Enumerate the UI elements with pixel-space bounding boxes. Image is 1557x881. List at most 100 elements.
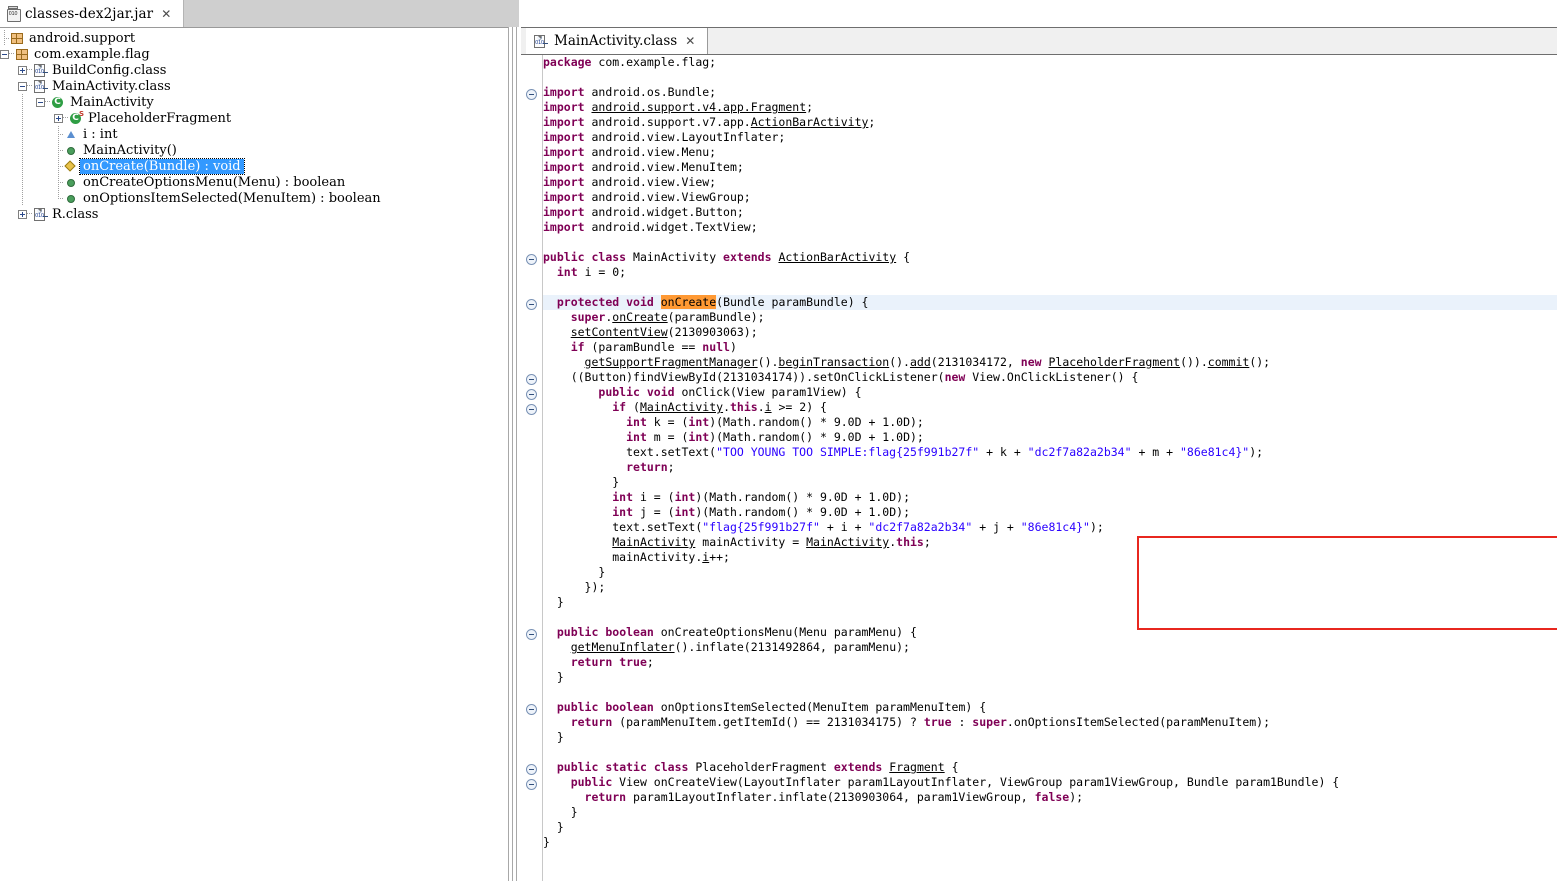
code-line: int i = 0; (556, 265, 627, 279)
editor-panel: 010 MainActivity.class ✕ package com.exa… (521, 0, 1557, 881)
code-line: public void onClick(View param1View) { (598, 385, 862, 399)
package-tree[interactable]: android.support com.example.flag 010 BuildC… (0, 28, 518, 222)
fold-toggle-icon[interactable] (526, 404, 537, 415)
code-line: import android.os.Bundle; (543, 85, 717, 99)
code-line: mainActivity.i++; (543, 550, 730, 564)
fold-toggle-icon[interactable] (526, 629, 537, 640)
tree-item-mainactivity-class[interactable]: 010 MainActivity.class (0, 78, 518, 94)
tree-connector (54, 142, 63, 158)
code-line: public static class PlaceholderFragment … (556, 760, 959, 774)
code-line: import android.view.Menu; (543, 145, 717, 159)
tree-item-label: BuildConfig.class (52, 62, 167, 78)
tree-item-label: i : int (83, 126, 118, 142)
tree-collapse-icon[interactable] (18, 81, 27, 91)
code-line: return; (626, 460, 675, 474)
editor-body: package com.example.flag; import android… (521, 55, 1557, 881)
tree-item-onoptionsitemselected-menuitem-boolean[interactable]: onOptionsItemSelected(MenuItem) : boolea… (0, 190, 518, 206)
tree-item-label: com.example.flag (34, 46, 150, 62)
code-line: int k = (int)(Math.random() * 9.0D + 1.0… (626, 415, 924, 429)
tree-item-oncreateoptionsmenu-menu-boolean[interactable]: onCreateOptionsMenu(Menu) : boolean (0, 174, 518, 190)
tree-item-r-class[interactable]: 010 R.class (0, 206, 518, 222)
code-line: text.setText("TOO YOUNG TOO SIMPLE:flag{… (543, 445, 1264, 459)
fold-toggle-icon[interactable] (526, 374, 537, 385)
code-line: int j = (int)(Math.random() * 9.0D + 1.0… (612, 505, 910, 519)
tree-item-label: MainActivity (70, 94, 154, 110)
class-file-icon: 010 (32, 63, 48, 78)
tree-indent (18, 110, 36, 126)
close-icon[interactable]: ✕ (161, 8, 171, 20)
code-line: } (543, 670, 564, 684)
editor-gutter[interactable] (521, 55, 543, 881)
editor-tab-title: MainActivity.class (554, 33, 678, 49)
code-line: ((Button)findViewById(2131034174)).setOn… (543, 370, 1139, 384)
tree-collapse-icon[interactable] (36, 97, 45, 107)
tree-indent (18, 142, 36, 158)
tree-item-label: MainActivity.class (52, 78, 171, 94)
tree-indent (18, 190, 36, 206)
tree-item-oncreate-bundle-void[interactable]: onCreate(Bundle) : void (0, 157, 518, 175)
tree-item-label: PlaceholderFragment (88, 110, 232, 126)
tree-item-mainactivity[interactable]: C MainActivity (0, 94, 518, 110)
class-file-icon: 010 (532, 34, 548, 49)
tree-indent (18, 174, 36, 190)
code-line: getSupportFragmentManager().beginTransac… (584, 355, 1271, 369)
tab-classes-dex2jar-jar[interactable]: 010 classes-dex2jar.jar ✕ (0, 0, 184, 27)
protected-method-icon (63, 159, 79, 174)
jar-tab-title: classes-dex2jar.jar (25, 5, 154, 22)
tree-connector (54, 158, 63, 174)
code-line: return param1LayoutInflater.inflate(2130… (584, 790, 1084, 804)
code-line: public boolean onCreateOptionsMenu(Menu … (556, 625, 917, 639)
tree-item-com-example-flag[interactable]: com.example.flag (0, 46, 518, 62)
jar-icon: 010 (6, 6, 21, 22)
fold-toggle-icon[interactable] (526, 764, 537, 775)
tree-item-label: onOptionsItemSelected(MenuItem) : boolea… (83, 190, 381, 206)
package-tree-panel[interactable]: android.support com.example.flag 010 BuildC… (0, 27, 519, 881)
close-icon[interactable]: ✕ (685, 35, 695, 47)
code-line: super.onCreate(paramBundle); (570, 310, 765, 324)
tree-item-label: onCreate(Bundle) : void (79, 157, 245, 175)
tree-indent (18, 94, 36, 110)
code-line: } (543, 730, 564, 744)
tree-expand-icon[interactable] (18, 65, 27, 75)
code-line: getMenuInflater().inflate(2131492864, pa… (570, 640, 910, 654)
tree-expand-icon[interactable] (54, 113, 63, 123)
code-line: package com.example.flag; (543, 55, 717, 69)
tab-mainactivity-class[interactable]: 010 MainActivity.class ✕ (526, 28, 708, 54)
tree-expand-icon[interactable] (18, 209, 27, 219)
tree-collapse-icon[interactable] (0, 49, 9, 59)
tree-item-mainactivity[interactable]: MainActivity() (0, 142, 518, 158)
fold-toggle-icon[interactable] (526, 89, 537, 100)
source-code-view[interactable]: package com.example.flag; import android… (543, 55, 1557, 881)
code-line: import android.view.MenuItem; (543, 160, 744, 174)
panel-splitter[interactable] (508, 27, 519, 881)
code-line: } (543, 475, 620, 489)
code-line: import android.view.ViewGroup; (543, 190, 751, 204)
package-icon (9, 31, 25, 46)
tree-item-android-support[interactable]: android.support (0, 30, 518, 46)
fold-toggle-icon[interactable] (526, 389, 537, 400)
fold-toggle-icon[interactable] (526, 704, 537, 715)
fold-toggle-icon[interactable] (526, 254, 537, 265)
code-line: int i = (int)(Math.random() * 9.0D + 1.0… (612, 490, 910, 504)
tree-item-buildconfig-class[interactable]: 010 BuildConfig.class (0, 62, 518, 78)
fold-toggle-icon[interactable] (526, 779, 537, 790)
code-line: public View onCreateView(LayoutInflater … (570, 775, 1340, 789)
code-line: if (paramBundle == null) (570, 340, 737, 354)
tree-item-label: onCreateOptionsMenu(Menu) : boolean (83, 174, 346, 190)
code-line: } (543, 595, 564, 609)
fold-toggle-icon[interactable] (526, 299, 537, 310)
code-line: import android.view.View; (543, 175, 717, 189)
editor-tab-strip: 010 MainActivity.class ✕ (521, 27, 1557, 55)
tree-item-placeholderfragment[interactable]: C S PlaceholderFragment (0, 110, 518, 126)
tree-item-i-int[interactable]: i : int (0, 126, 518, 142)
